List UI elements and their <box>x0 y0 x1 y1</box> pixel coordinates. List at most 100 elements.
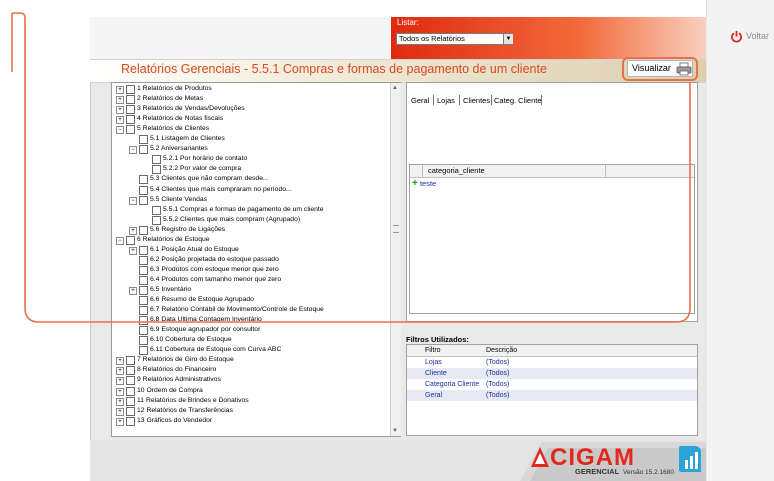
tree-checkbox[interactable] <box>126 387 135 396</box>
tree-expander[interactable]: + <box>116 388 124 396</box>
tree-checkbox[interactable] <box>126 105 135 114</box>
tree-item[interactable]: 10 Ordem de Compra <box>137 386 203 396</box>
tree-checkbox[interactable] <box>139 286 148 295</box>
tree-checkbox[interactable] <box>139 186 148 195</box>
tree-checkbox[interactable] <box>152 216 161 225</box>
tree-item[interactable]: 6.7 Relatório Contábil de Movimento/Cont… <box>150 305 324 315</box>
tree-item[interactable]: 5.2 Aniversariantes <box>150 144 208 154</box>
tree-item[interactable]: 6.9 Estoque agrupador por consultor <box>150 325 260 335</box>
tree-checkbox[interactable] <box>139 256 148 265</box>
tree-expander[interactable]: + <box>116 418 124 426</box>
tree-checkbox[interactable] <box>139 306 148 315</box>
tree-item[interactable]: 6 Relatórios de Estoque <box>137 235 210 245</box>
tree-checkbox[interactable] <box>139 296 148 305</box>
tree-item[interactable]: 3 Relatórios de Vendas/Devoluções <box>137 104 245 114</box>
tree-checkbox[interactable] <box>139 226 148 235</box>
tree-item[interactable]: 8 Relatórios do Financeiro <box>137 365 216 375</box>
tree-expander[interactable]: + <box>116 408 124 416</box>
tree-expander[interactable]: − <box>116 126 124 134</box>
tree-expander[interactable]: + <box>116 377 124 385</box>
tree-item[interactable]: 6.8 Data Ultima Contagem Inventário <box>150 315 262 325</box>
tree-expander[interactable]: + <box>129 247 137 255</box>
tree-checkbox[interactable] <box>139 326 148 335</box>
tree-checkbox[interactable] <box>139 196 148 205</box>
tree-expander[interactable]: + <box>129 227 137 235</box>
tree-expander[interactable]: − <box>129 146 137 154</box>
tree-item[interactable]: 6.2 Posição projetada do estoque passado <box>150 255 279 265</box>
tree-item[interactable]: 1 Relatórios de Produtos <box>137 84 212 94</box>
tree-item[interactable]: 6.4 Produtos com tamanho menor que zero <box>150 275 281 285</box>
tree-item[interactable]: 6.6 Resumo de Estoque Agrupado <box>150 295 254 305</box>
filtros-row[interactable]: Categoria Cliente (Todos) <box>407 379 697 390</box>
tree-item[interactable]: 6.3 Produtos com estoque menor que zero <box>150 265 279 275</box>
printer-icon <box>676 62 692 76</box>
tree-item[interactable]: 4 Relatórios de Notas fiscais <box>137 114 223 124</box>
tree-checkbox[interactable] <box>152 165 161 174</box>
tree-checkbox[interactable] <box>126 366 135 375</box>
voltar-button[interactable]: Voltar <box>730 28 769 44</box>
tree-checkbox[interactable] <box>139 175 148 184</box>
tree-expander[interactable]: + <box>116 367 124 375</box>
tree-item[interactable]: 6.1 Posição Atual do Estoque <box>150 245 239 255</box>
tree-expander[interactable]: + <box>116 398 124 406</box>
tree-expander[interactable]: + <box>116 106 124 114</box>
tree-item[interactable]: 5.2.2 Por valor de compra <box>163 164 241 174</box>
tree-expander[interactable]: − <box>116 237 124 245</box>
tree-checkbox[interactable] <box>139 346 148 355</box>
tree-item[interactable]: 5.2.1 Por horário de contato <box>163 154 247 164</box>
tree-item[interactable]: 5.5.2 Clientes que mais compram (Agrupad… <box>163 215 300 225</box>
filtros-row[interactable]: Lojas (Todos) <box>407 357 697 368</box>
tree-checkbox[interactable] <box>139 276 148 285</box>
tree-checkbox[interactable] <box>139 135 148 144</box>
tab-lojas[interactable]: Lojas <box>437 96 455 105</box>
tree-item[interactable]: 7 Relatórios de Giro do Estoque <box>137 355 234 365</box>
tree-item[interactable]: 13 Gráficos do Vendedor <box>137 416 212 426</box>
chevron-down-icon[interactable]: ▼ <box>503 34 513 44</box>
tree-checkbox[interactable] <box>126 85 135 94</box>
tree-item[interactable]: 2 Relatórios de Metas <box>137 94 203 104</box>
tree-item[interactable]: 11 Relatórios de Brindes e Donativos <box>137 396 249 406</box>
tree-checkbox[interactable] <box>139 145 148 154</box>
tree-item[interactable]: 12 Relatórios de Transferências <box>137 406 233 416</box>
tree-scrollbar[interactable]: ▲ ▼ <box>390 83 401 436</box>
tree-expander[interactable]: + <box>116 116 124 124</box>
tree-checkbox[interactable] <box>126 115 135 124</box>
tree-checkbox[interactable] <box>126 95 135 104</box>
tab-geral[interactable]: Geral <box>411 96 429 105</box>
tree-item[interactable]: 5.5 Cliente Vendas <box>150 195 207 205</box>
tree-item[interactable]: 5.1 Listagem de Clientes <box>150 134 225 144</box>
tree-item[interactable]: 6.5 Inventário <box>150 285 191 295</box>
tree-checkbox[interactable] <box>139 336 148 345</box>
tree-expander[interactable]: + <box>129 287 137 295</box>
tree-item[interactable]: 5.3 Clientes que não compram desde... <box>150 174 269 184</box>
tree-item[interactable]: 6.11 Cobertura de Estoque com Curva ABC <box>150 345 281 355</box>
tree-expander[interactable]: + <box>116 357 124 365</box>
tree-checkbox[interactable] <box>126 397 135 406</box>
tab-categ-cliente[interactable]: Categ. Cliente <box>494 96 542 105</box>
tab-clientes[interactable]: Clientes <box>463 96 490 105</box>
tree-expander[interactable]: + <box>116 86 124 94</box>
tree-item[interactable]: 5 Relatórios de Clientes <box>137 124 209 134</box>
tree-item[interactable]: 6.10 Cobertura de Estoque <box>150 335 232 345</box>
tree-checkbox[interactable] <box>126 125 135 134</box>
tree-expander[interactable]: + <box>116 96 124 104</box>
tree-checkbox[interactable] <box>126 356 135 365</box>
tree-item[interactable]: 5.6 Registro de Ligações <box>150 225 225 235</box>
tree-checkbox[interactable] <box>126 236 135 245</box>
tree-checkbox[interactable] <box>126 417 135 426</box>
tree-checkbox[interactable] <box>152 155 161 164</box>
tree-item[interactable]: 5.5.1 Compras e formas de pagamento de u… <box>163 205 324 215</box>
tree-checkbox[interactable] <box>126 407 135 416</box>
tree-expander[interactable]: − <box>129 197 137 205</box>
filtros-row[interactable]: Cliente (Todos) <box>407 368 697 379</box>
tree-checkbox[interactable] <box>139 266 148 275</box>
tree-checkbox[interactable] <box>139 246 148 255</box>
tree-checkbox[interactable] <box>126 376 135 385</box>
tree-checkbox[interactable] <box>152 206 161 215</box>
filtros-row[interactable]: Geral (Todos) <box>407 390 697 401</box>
tree-checkbox[interactable] <box>139 316 148 325</box>
tree-item[interactable]: 9 Relatórios Administrativos <box>137 375 221 385</box>
tree-item[interactable]: 5.4 Clientes que mais compraram no perío… <box>150 185 292 195</box>
listar-select[interactable]: Todos os Relatórios <box>396 33 513 45</box>
grid-row[interactable]: + teste <box>412 178 436 189</box>
